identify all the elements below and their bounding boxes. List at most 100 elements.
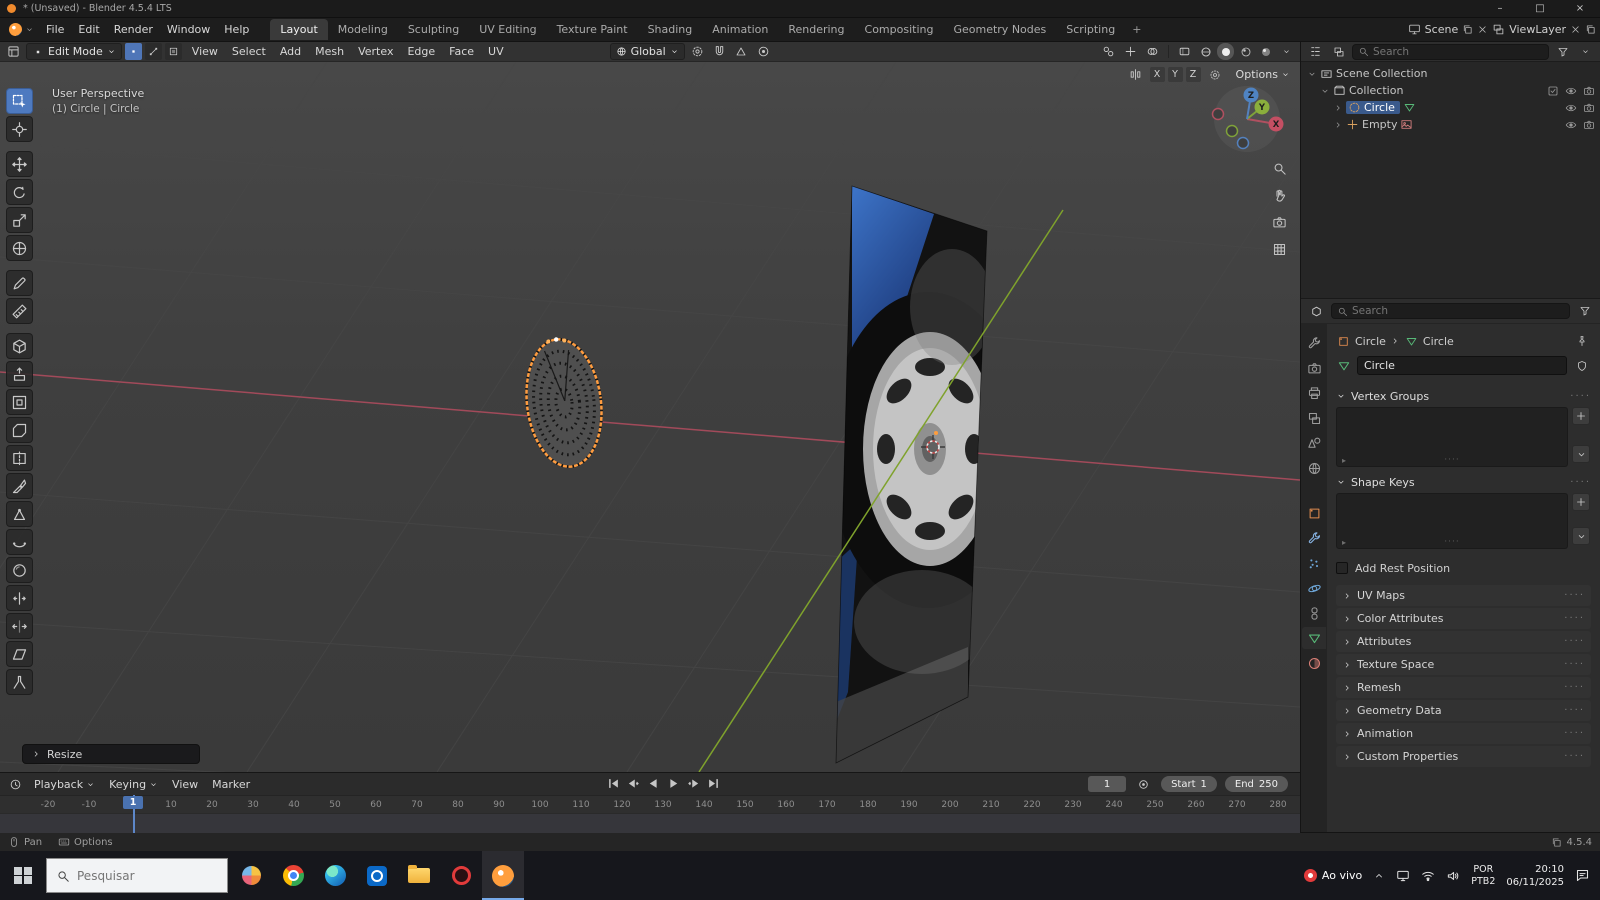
viewport-menu-mesh[interactable]: Mesh (308, 45, 351, 58)
properties-tab-particles[interactable] (1302, 552, 1326, 574)
toggle-xray-button[interactable] (1175, 43, 1194, 60)
properties-tab-constraints[interactable] (1302, 602, 1326, 624)
properties-tab-modifiers[interactable] (1302, 527, 1326, 549)
display-tray-icon[interactable] (1396, 869, 1410, 883)
outliner-display-mode-button[interactable] (1329, 43, 1348, 60)
properties-tab-world[interactable] (1302, 457, 1326, 479)
properties-tab-render[interactable] (1302, 357, 1326, 379)
app-menu-window[interactable]: Window (160, 23, 217, 36)
panel-animation[interactable]: Animation ···· (1336, 723, 1591, 744)
panel-attributes[interactable]: Attributes ···· (1336, 631, 1591, 652)
properties-tab-material[interactable] (1302, 652, 1326, 674)
tool-bevel[interactable] (6, 417, 33, 443)
scene-selector[interactable]: Scene (1425, 23, 1459, 36)
tool-cursor[interactable] (6, 116, 33, 142)
play-button[interactable] (664, 775, 682, 792)
camera-toggle[interactable] (1583, 102, 1595, 114)
pan-button[interactable] (1270, 186, 1289, 205)
viewport-menu-view[interactable]: View (185, 45, 225, 58)
workspace-shading[interactable]: Shading (638, 19, 703, 40)
workspace-compositing[interactable]: Compositing (855, 19, 944, 40)
taskbar-app-chrome[interactable] (272, 851, 314, 900)
mode-dropdown[interactable]: Edit Mode (26, 43, 122, 60)
operator-panel[interactable]: Resize (22, 744, 200, 764)
taskbar-app-explorer[interactable] (398, 851, 440, 900)
properties-filter-button[interactable] (1575, 303, 1594, 320)
tool-loop-cut[interactable] (6, 445, 33, 471)
close-button[interactable]: × (1560, 0, 1600, 17)
outliner-filter-button[interactable] (1553, 43, 1572, 60)
tool-shrink-fatten[interactable] (6, 613, 33, 639)
tool-knife[interactable] (6, 473, 33, 499)
jump-start-button[interactable] (604, 775, 622, 792)
add-rest-position-checkbox[interactable] (1336, 562, 1348, 574)
3d-viewport[interactable]: X Y Z User Perspective (1) Circle | Circ… (0, 62, 1300, 772)
viewport-menu-uv[interactable]: UV (481, 45, 511, 58)
tool-rotate[interactable] (6, 179, 33, 205)
checkbox-toggle[interactable] (1547, 85, 1559, 97)
workspace-add-button[interactable]: + (1125, 19, 1148, 40)
viewport-menu-add[interactable]: Add (273, 45, 308, 58)
panel-color-attributes[interactable]: Color Attributes ···· (1336, 608, 1591, 629)
eye-toggle[interactable] (1565, 102, 1577, 114)
maximize-button[interactable]: □ (1520, 0, 1560, 17)
notifications-button[interactable] (1575, 868, 1590, 883)
pivot-point-button[interactable] (688, 43, 707, 60)
properties-tab-object[interactable] (1302, 502, 1326, 524)
vertex-select-mode-button[interactable] (124, 43, 142, 60)
app-menu-edit[interactable]: Edit (71, 23, 106, 36)
playhead-badge[interactable]: 1 (123, 796, 143, 809)
shape-keys-list[interactable]: ▸ ···· (1336, 493, 1568, 549)
jump-end-button[interactable] (704, 775, 722, 792)
taskbar-app-media[interactable] (440, 851, 482, 900)
add-vertex-group-button[interactable] (1572, 407, 1590, 425)
tool-edge-slide[interactable] (6, 585, 33, 611)
taskbar-app-blender[interactable] (482, 851, 524, 900)
shading-options-button[interactable] (1277, 43, 1296, 60)
viewlayer-selector[interactable]: ViewLayer (1509, 23, 1566, 36)
tool-smooth[interactable] (6, 557, 33, 583)
tray-expand-button[interactable] (1373, 870, 1385, 882)
vertex-groups-list[interactable]: ▸ ···· (1336, 407, 1568, 467)
shading-solid-button[interactable] (1217, 43, 1234, 60)
taskbar-app-edge[interactable] (314, 851, 356, 900)
mirror-y-toggle[interactable]: Y (1167, 67, 1183, 82)
tool-transform[interactable] (6, 235, 33, 261)
outliner-filter-dropdown[interactable] (1576, 43, 1595, 60)
frame-start-field[interactable]: Start 1 (1161, 776, 1217, 792)
outliner-search[interactable] (1352, 43, 1549, 60)
expander-icon[interactable] (1333, 120, 1343, 130)
tool-select-box[interactable] (6, 88, 33, 114)
expander-icon[interactable] (1307, 69, 1317, 79)
workspace-sculpting[interactable]: Sculpting (398, 19, 469, 40)
timeline-menu-keying[interactable]: Keying (102, 778, 165, 791)
viewport-canvas[interactable]: X Y Z (0, 62, 1300, 772)
panel-drag-handle[interactable]: ···· (1570, 391, 1591, 402)
start-button[interactable] (0, 851, 46, 900)
zoom-button[interactable] (1270, 159, 1289, 178)
taskbar-search[interactable] (46, 858, 228, 893)
camera-view-button[interactable] (1270, 213, 1289, 232)
panel-texture-space[interactable]: Texture Space ···· (1336, 654, 1591, 675)
outliner-search-input[interactable] (1373, 45, 1543, 58)
app-menu-file[interactable]: File (39, 23, 71, 36)
panel-uv-maps[interactable]: UV Maps ···· (1336, 585, 1591, 606)
timeline-menu-view[interactable]: View (165, 778, 205, 791)
mesh-name-field[interactable] (1357, 356, 1567, 375)
face-select-mode-button[interactable] (164, 43, 182, 60)
expander-icon[interactable] (1333, 103, 1343, 113)
outliner-row-circle[interactable]: Circle (1301, 99, 1600, 116)
breadcrumb-object[interactable]: Circle (1355, 335, 1386, 348)
tool-shear[interactable] (6, 641, 33, 667)
tool-add-primitive[interactable] (6, 333, 33, 359)
camera-toggle[interactable] (1583, 85, 1595, 97)
properties-search[interactable] (1331, 303, 1570, 319)
properties-tab-view-layer[interactable] (1302, 407, 1326, 429)
workspace-geometry-nodes[interactable]: Geometry Nodes (943, 19, 1056, 40)
properties-tab-scene[interactable] (1302, 432, 1326, 454)
show-gizmos-button[interactable] (1121, 43, 1140, 60)
workspace-rendering[interactable]: Rendering (778, 19, 854, 40)
empty-origin-point[interactable] (934, 431, 938, 435)
timeline-editor[interactable]: Playback Keying View Marker 1 Start 1 End 250… (0, 772, 1300, 833)
panel-custom-properties[interactable]: Custom Properties ···· (1336, 746, 1591, 767)
